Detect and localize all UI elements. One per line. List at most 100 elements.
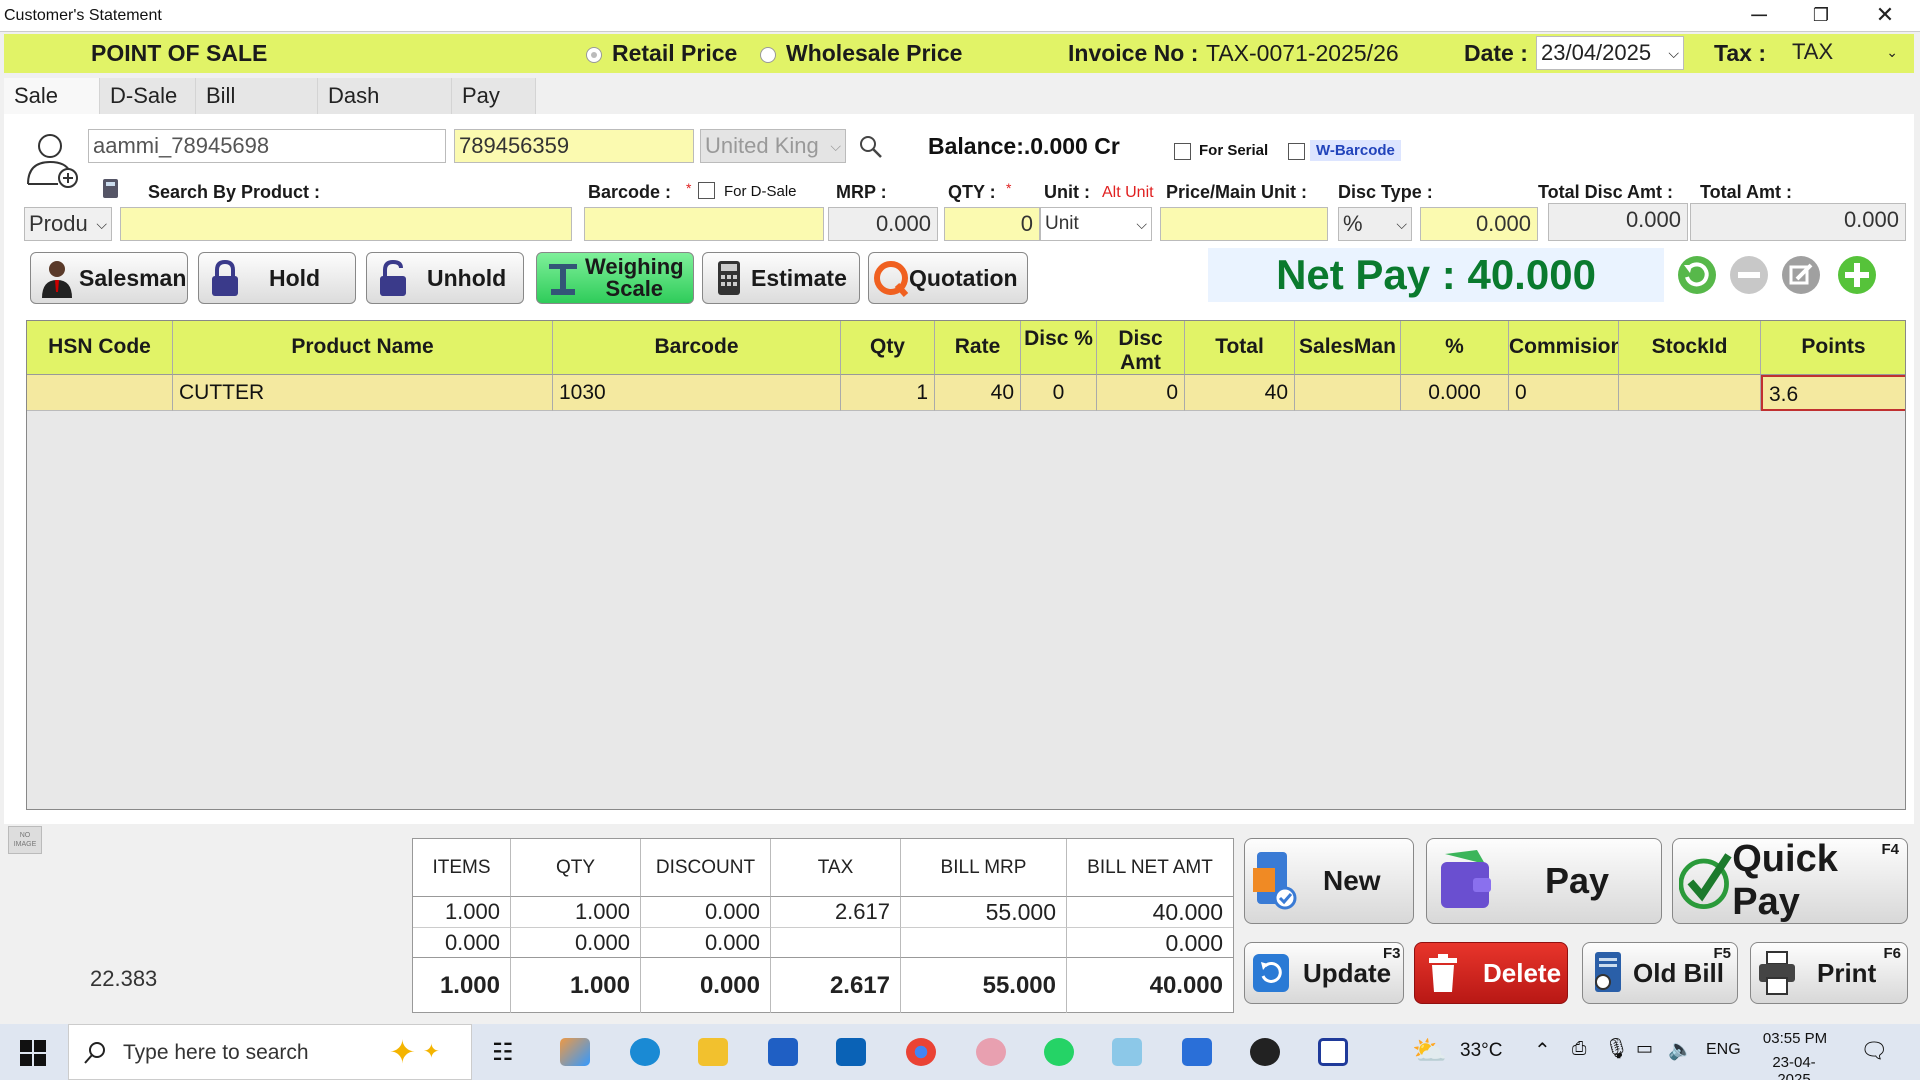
cell-disc-pct[interactable]: 0	[1021, 375, 1097, 411]
task-view-icon[interactable]: ☷	[492, 1038, 514, 1067]
invoice-label: Invoice No :	[1068, 40, 1199, 66]
close-button[interactable]: ✕	[1860, 2, 1910, 30]
volume-icon[interactable]: 🔈	[1668, 1037, 1693, 1062]
clock-date[interactable]: 23-04-2025	[1756, 1054, 1832, 1080]
cell-disc-amt[interactable]: 0	[1097, 375, 1185, 411]
copilot-app-icon[interactable]	[560, 1038, 590, 1066]
remove-icon[interactable]	[1728, 254, 1770, 296]
retail-price-radio[interactable]	[586, 47, 602, 63]
customer-phone-input[interactable]: 789456359	[454, 129, 694, 163]
col-header-disc-amt[interactable]: Disc Amt	[1097, 321, 1185, 375]
tab-pay[interactable]: Pay	[452, 78, 536, 114]
salesman-button[interactable]: Salesman	[30, 252, 188, 304]
network-icon[interactable]: ⎙	[1572, 1038, 1586, 1059]
store-icon[interactable]	[768, 1038, 798, 1066]
cell-qty[interactable]: 1	[841, 375, 935, 411]
outlook-icon[interactable]	[836, 1038, 866, 1066]
calculator-icon[interactable]	[102, 178, 120, 200]
quick-pay-button[interactable]: Quick Pay F4	[1672, 838, 1908, 924]
search-mode-select[interactable]: Produ ⌵	[24, 207, 112, 241]
cell-stockid[interactable]	[1619, 375, 1761, 411]
cell-hsn[interactable]	[27, 375, 173, 411]
tab-bill-design[interactable]: Bill Design	[196, 78, 318, 144]
col-header-total[interactable]: Total	[1185, 321, 1295, 375]
cell-points[interactable]: 3.6	[1761, 375, 1905, 411]
weighing-scale-button[interactable]: Weighing Scale	[536, 252, 694, 304]
search-icon[interactable]	[858, 134, 884, 160]
new-bill-button[interactable]: New	[1244, 838, 1414, 924]
restore-button[interactable]: ❐	[1796, 2, 1846, 30]
cell-total[interactable]: 40	[1185, 375, 1295, 411]
barcode-input[interactable]	[584, 207, 824, 241]
col-header-points[interactable]: Points	[1761, 321, 1905, 375]
microphone-icon[interactable]: 🎙	[1604, 1036, 1629, 1061]
quotation-button[interactable]: Quotation	[868, 252, 1028, 304]
unhold-button[interactable]: Unhold	[366, 252, 524, 304]
for-dsale-checkbox[interactable]	[698, 182, 715, 199]
wholesale-price-radio[interactable]	[760, 47, 776, 63]
unit-select[interactable]: Unit ⌵	[1040, 207, 1152, 241]
language-indicator[interactable]: ENG	[1706, 1041, 1741, 1059]
whatsapp-icon[interactable]	[1044, 1038, 1074, 1066]
tab-sale[interactable]: Sale	[4, 78, 100, 114]
col-header-stockid[interactable]: StockId	[1619, 321, 1761, 375]
col-header-salesman[interactable]: SalesMan	[1295, 321, 1401, 375]
taskbar-search-box[interactable]: Type here to search ✦ ✦	[68, 1024, 472, 1080]
disc-type-select[interactable]: % ⌵	[1338, 207, 1412, 241]
pay-button[interactable]: Pay	[1426, 838, 1662, 924]
tax-select[interactable]: TAX ⌄	[1788, 36, 1902, 70]
w-barcode-checkbox[interactable]	[1288, 143, 1305, 160]
col-header-commision[interactable]: Commision	[1509, 321, 1619, 375]
hold-button[interactable]: Hold	[198, 252, 356, 304]
delete-button[interactable]: Delete	[1414, 942, 1568, 1004]
col-header-barcode[interactable]: Barcode	[553, 321, 841, 375]
windows-start-icon[interactable]	[20, 1040, 46, 1066]
cell-barcode[interactable]: 1030	[553, 375, 841, 411]
chrome-icon[interactable]	[906, 1038, 936, 1066]
customer-name-input[interactable]: aammi_78945698	[88, 129, 446, 163]
col-header-percent[interactable]: %	[1401, 321, 1509, 375]
product-search-input[interactable]	[120, 207, 572, 241]
col-header-disc-pct[interactable]: Disc %	[1021, 321, 1097, 375]
cell-percent[interactable]: 0.000	[1401, 375, 1509, 411]
alt-unit-link[interactable]: Alt Unit	[1102, 184, 1154, 202]
for-serial-checkbox[interactable]	[1174, 143, 1191, 160]
old-bill-button[interactable]: Old Bill F5	[1582, 942, 1738, 1004]
media-app-icon[interactable]	[1250, 1038, 1280, 1066]
cell-rate[interactable]: 40	[935, 375, 1021, 411]
country-select[interactable]: United King ⌵	[700, 129, 846, 163]
col-header-rate[interactable]: Rate	[935, 321, 1021, 375]
cell-salesman[interactable]	[1295, 375, 1401, 411]
cell-product-name[interactable]: CUTTER	[173, 375, 553, 411]
estimate-button[interactable]: Estimate	[702, 252, 860, 304]
col-header-product-name[interactable]: Product Name	[173, 321, 553, 375]
snipping-tool-icon[interactable]	[976, 1038, 1006, 1066]
sparkle-small-icon: ✦	[423, 1041, 440, 1063]
update-button[interactable]: Update F3	[1244, 942, 1404, 1004]
tab-dashboard[interactable]: Dash board	[318, 78, 452, 144]
display-icon[interactable]: ▭	[1636, 1038, 1653, 1059]
remote-desktop-icon[interactable]	[1182, 1038, 1212, 1066]
qty-input[interactable]: 0	[944, 207, 1040, 241]
edge-browser-icon[interactable]	[630, 1038, 660, 1066]
price-main-unit-input[interactable]	[1160, 207, 1328, 241]
tab-d-sale[interactable]: D-Sale	[100, 78, 196, 114]
print-button[interactable]: Print F6	[1750, 942, 1908, 1004]
minimize-button[interactable]: ─	[1734, 2, 1784, 30]
discount-input[interactable]: 0.000	[1420, 207, 1538, 241]
col-header-qty[interactable]: Qty	[841, 321, 935, 375]
notification-icon[interactable]: 🗨	[1860, 1038, 1888, 1064]
clock-time[interactable]: 03:55 PM	[1762, 1030, 1828, 1047]
app-icon[interactable]	[1112, 1038, 1142, 1066]
mrp-input[interactable]: 0.000	[828, 207, 938, 241]
file-explorer-icon[interactable]	[698, 1038, 728, 1066]
add-icon[interactable]	[1836, 254, 1878, 296]
chevron-up-icon[interactable]: ⌃	[1534, 1038, 1551, 1063]
edit-icon[interactable]	[1780, 254, 1822, 296]
add-customer-icon[interactable]	[24, 130, 80, 188]
col-header-hsn[interactable]: HSN Code	[27, 321, 173, 375]
refresh-icon[interactable]	[1676, 254, 1718, 296]
date-picker[interactable]: 23/04/2025 ⌵	[1536, 36, 1684, 70]
cell-commision[interactable]: 0	[1509, 375, 1619, 411]
pos-app-icon[interactable]	[1318, 1038, 1348, 1066]
